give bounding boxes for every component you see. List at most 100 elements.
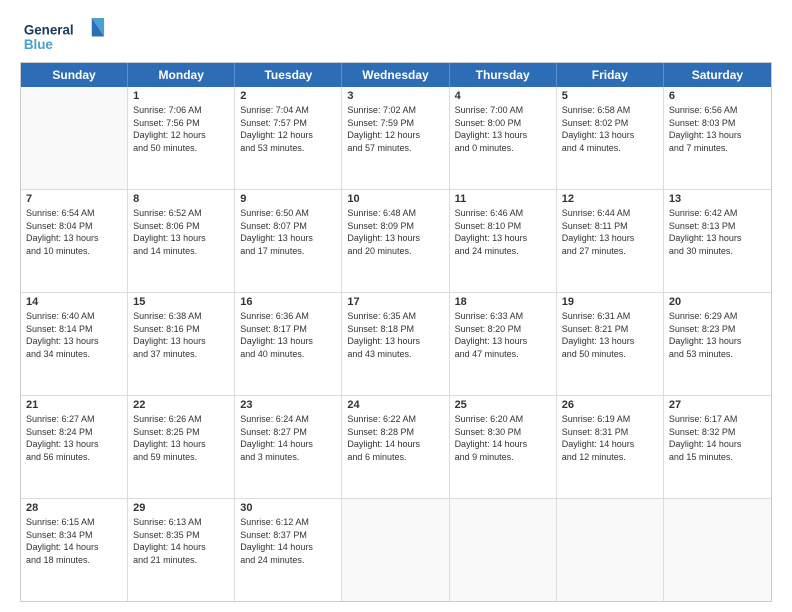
day-number: 14 bbox=[26, 296, 122, 308]
cal-cell: 8 Sunrise: 6:52 AMSunset: 8:06 PMDaylight… bbox=[128, 190, 235, 292]
cal-cell: 4 Sunrise: 7:00 AMSunset: 8:00 PMDaylight… bbox=[450, 87, 557, 189]
day-header-saturday: Saturday bbox=[664, 63, 771, 87]
svg-text:General: General bbox=[24, 22, 74, 37]
day-info: Sunrise: 6:26 AMSunset: 8:25 PMDaylight:… bbox=[133, 413, 229, 463]
week-row-2: 7Sunrise: 6:54 AMSunset: 8:04 PMDaylight… bbox=[21, 190, 771, 293]
cal-cell: 23Sunrise: 6:24 AMSunset: 8:27 PMDayligh… bbox=[235, 396, 342, 498]
day-info: Sunrise: 6:36 AMSunset: 8:17 PMDaylight:… bbox=[240, 310, 336, 360]
logo: General Blue bbox=[20, 18, 110, 54]
day-header-monday: Monday bbox=[128, 63, 235, 87]
day-number: 27 bbox=[669, 399, 766, 411]
cal-cell: 10 Sunrise: 6:48 AMSunset: 8:09 PMDayligh… bbox=[342, 190, 449, 292]
day-number: 29 bbox=[133, 502, 229, 514]
day-info: Sunrise: 6:50 AMSunset: 8:07 PMDaylight:… bbox=[240, 207, 336, 257]
cal-cell: 21 Sunrise: 6:27 AMSunset: 8:24 PMDayligh… bbox=[21, 396, 128, 498]
day-header-sunday: Sunday bbox=[21, 63, 128, 87]
cal-cell: 5 Sunrise: 6:58 AMSunset: 8:02 PMDaylight… bbox=[557, 87, 664, 189]
cal-cell: 3Sunrise: 7:02 AMSunset: 7:59 PMDaylight… bbox=[342, 87, 449, 189]
day-number: 19 bbox=[562, 296, 658, 308]
day-number: 23 bbox=[240, 399, 336, 411]
cal-cell: 24 Sunrise: 6:22 AMSunset: 8:28 PMDayligh… bbox=[342, 396, 449, 498]
cal-cell: 27 Sunrise: 6:17 AMSunset: 8:32 PMDayligh… bbox=[664, 396, 771, 498]
day-info: Sunrise: 6:42 AMSunset: 8:13 PMDaylight:… bbox=[669, 207, 766, 257]
cal-cell: 11Sunrise: 6:46 AMSunset: 8:10 PMDayligh… bbox=[450, 190, 557, 292]
cal-cell bbox=[342, 499, 449, 601]
cal-cell: 7Sunrise: 6:54 AMSunset: 8:04 PMDaylight… bbox=[21, 190, 128, 292]
day-number: 25 bbox=[455, 399, 551, 411]
day-number: 16 bbox=[240, 296, 336, 308]
cal-cell: 17 Sunrise: 6:35 AMSunset: 8:18 PMDayligh… bbox=[342, 293, 449, 395]
day-info: Sunrise: 6:27 AMSunset: 8:24 PMDaylight:… bbox=[26, 413, 122, 463]
day-number: 17 bbox=[347, 296, 443, 308]
week-row-3: 14Sunrise: 6:40 AMSunset: 8:14 PMDayligh… bbox=[21, 293, 771, 396]
cal-cell: 9 Sunrise: 6:50 AMSunset: 8:07 PMDaylight… bbox=[235, 190, 342, 292]
calendar-header: SundayMondayTuesdayWednesdayThursdayFrid… bbox=[21, 63, 771, 87]
day-number: 8 bbox=[133, 193, 229, 205]
day-number: 11 bbox=[455, 193, 551, 205]
calendar: SundayMondayTuesdayWednesdayThursdayFrid… bbox=[20, 62, 772, 602]
day-info: Sunrise: 6:19 AMSunset: 8:31 PMDaylight:… bbox=[562, 413, 658, 463]
day-number: 28 bbox=[26, 502, 122, 514]
cal-cell bbox=[664, 499, 771, 601]
day-header-wednesday: Wednesday bbox=[342, 63, 449, 87]
day-info: Sunrise: 6:22 AMSunset: 8:28 PMDaylight:… bbox=[347, 413, 443, 463]
cal-cell: 18 Sunrise: 6:33 AMSunset: 8:20 PMDayligh… bbox=[450, 293, 557, 395]
cal-cell: 16 Sunrise: 6:36 AMSunset: 8:17 PMDayligh… bbox=[235, 293, 342, 395]
day-number: 21 bbox=[26, 399, 122, 411]
cal-cell: 14Sunrise: 6:40 AMSunset: 8:14 PMDayligh… bbox=[21, 293, 128, 395]
day-info: Sunrise: 6:56 AMSunset: 8:03 PMDaylight:… bbox=[669, 104, 766, 154]
day-number: 26 bbox=[562, 399, 658, 411]
week-row-5: 28 Sunrise: 6:15 AMSunset: 8:34 PMDayligh… bbox=[21, 499, 771, 601]
day-number: 5 bbox=[562, 90, 658, 102]
cal-cell: 12Sunrise: 6:44 AMSunset: 8:11 PMDayligh… bbox=[557, 190, 664, 292]
day-info: Sunrise: 6:35 AMSunset: 8:18 PMDaylight:… bbox=[347, 310, 443, 360]
day-number: 4 bbox=[455, 90, 551, 102]
cal-cell bbox=[21, 87, 128, 189]
day-info: Sunrise: 6:52 AMSunset: 8:06 PMDaylight:… bbox=[133, 207, 229, 257]
cal-cell: 22Sunrise: 6:26 AMSunset: 8:25 PMDayligh… bbox=[128, 396, 235, 498]
day-number: 15 bbox=[133, 296, 229, 308]
cal-cell: 25 Sunrise: 6:20 AMSunset: 8:30 PMDayligh… bbox=[450, 396, 557, 498]
header: General Blue bbox=[20, 18, 772, 54]
cal-cell: 20Sunrise: 6:29 AMSunset: 8:23 PMDayligh… bbox=[664, 293, 771, 395]
day-header-tuesday: Tuesday bbox=[235, 63, 342, 87]
cal-cell: 26 Sunrise: 6:19 AMSunset: 8:31 PMDayligh… bbox=[557, 396, 664, 498]
day-number: 2 bbox=[240, 90, 336, 102]
logo-icon: General Blue bbox=[20, 18, 110, 54]
day-info: Sunrise: 6:31 AMSunset: 8:21 PMDaylight:… bbox=[562, 310, 658, 360]
day-number: 10 bbox=[347, 193, 443, 205]
day-number: 30 bbox=[240, 502, 336, 514]
cal-cell: 28 Sunrise: 6:15 AMSunset: 8:34 PMDayligh… bbox=[21, 499, 128, 601]
day-info: Sunrise: 6:54 AMSunset: 8:04 PMDaylight:… bbox=[26, 207, 122, 257]
cal-cell bbox=[450, 499, 557, 601]
day-header-friday: Friday bbox=[557, 63, 664, 87]
day-info: Sunrise: 6:20 AMSunset: 8:30 PMDaylight:… bbox=[455, 413, 551, 463]
day-info: Sunrise: 6:33 AMSunset: 8:20 PMDaylight:… bbox=[455, 310, 551, 360]
day-info: Sunrise: 6:29 AMSunset: 8:23 PMDaylight:… bbox=[669, 310, 766, 360]
cal-cell: 2 Sunrise: 7:04 AMSunset: 7:57 PMDaylight… bbox=[235, 87, 342, 189]
cal-cell: 15 Sunrise: 6:38 AMSunset: 8:16 PMDayligh… bbox=[128, 293, 235, 395]
page: General Blue SundayMondayTuesdayWednesda… bbox=[0, 0, 792, 612]
day-info: Sunrise: 7:06 AMSunset: 7:56 PMDaylight:… bbox=[133, 104, 229, 154]
day-info: Sunrise: 6:38 AMSunset: 8:16 PMDaylight:… bbox=[133, 310, 229, 360]
day-number: 1 bbox=[133, 90, 229, 102]
calendar-body: 1 Sunrise: 7:06 AMSunset: 7:56 PMDaylight… bbox=[21, 87, 771, 601]
cal-cell: 6Sunrise: 6:56 AMSunset: 8:03 PMDaylight… bbox=[664, 87, 771, 189]
day-info: Sunrise: 7:04 AMSunset: 7:57 PMDaylight:… bbox=[240, 104, 336, 154]
day-header-thursday: Thursday bbox=[450, 63, 557, 87]
day-number: 24 bbox=[347, 399, 443, 411]
cal-cell: 30Sunrise: 6:12 AMSunset: 8:37 PMDayligh… bbox=[235, 499, 342, 601]
cal-cell: 19 Sunrise: 6:31 AMSunset: 8:21 PMDayligh… bbox=[557, 293, 664, 395]
day-info: Sunrise: 7:00 AMSunset: 8:00 PMDaylight:… bbox=[455, 104, 551, 154]
day-number: 18 bbox=[455, 296, 551, 308]
day-info: Sunrise: 6:13 AMSunset: 8:35 PMDaylight:… bbox=[133, 516, 229, 566]
cal-cell: 1 Sunrise: 7:06 AMSunset: 7:56 PMDaylight… bbox=[128, 87, 235, 189]
cal-cell: 13Sunrise: 6:42 AMSunset: 8:13 PMDayligh… bbox=[664, 190, 771, 292]
day-info: Sunrise: 6:48 AMSunset: 8:09 PMDaylight:… bbox=[347, 207, 443, 257]
day-info: Sunrise: 6:15 AMSunset: 8:34 PMDaylight:… bbox=[26, 516, 122, 566]
day-number: 9 bbox=[240, 193, 336, 205]
week-row-4: 21 Sunrise: 6:27 AMSunset: 8:24 PMDayligh… bbox=[21, 396, 771, 499]
day-info: Sunrise: 6:17 AMSunset: 8:32 PMDaylight:… bbox=[669, 413, 766, 463]
day-info: Sunrise: 6:58 AMSunset: 8:02 PMDaylight:… bbox=[562, 104, 658, 154]
week-row-1: 1 Sunrise: 7:06 AMSunset: 7:56 PMDaylight… bbox=[21, 87, 771, 190]
